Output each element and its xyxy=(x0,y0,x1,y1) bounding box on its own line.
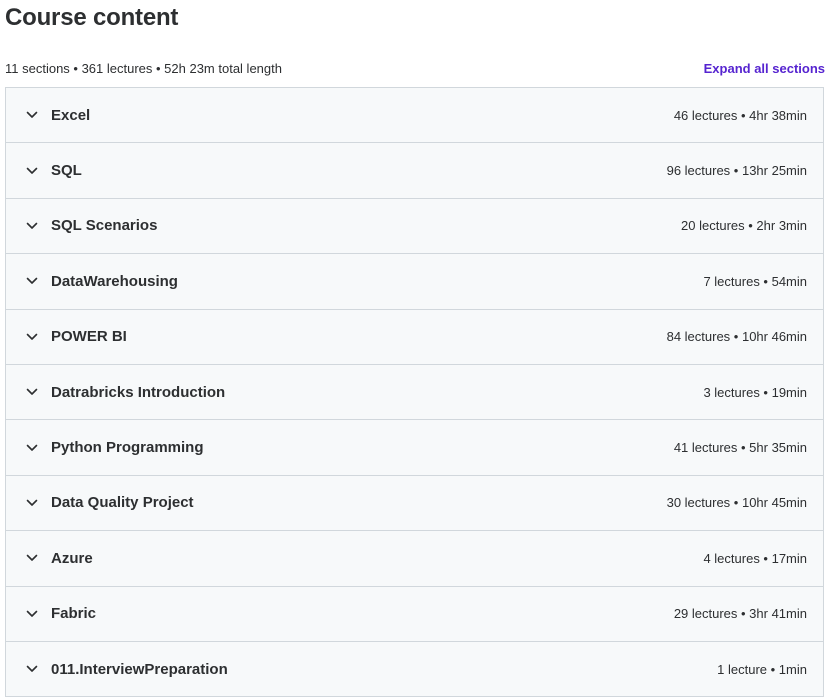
section-meta: 96 lectures • 13hr 25min xyxy=(666,163,807,179)
section-meta: 1 lecture • 1min xyxy=(717,661,807,677)
section-row[interactable]: SQL Scenarios 20 lectures • 2hr 3min xyxy=(6,198,823,255)
section-row[interactable]: Python Programming 41 lectures • 5hr 35mi… xyxy=(6,420,823,476)
chevron-down-icon xyxy=(25,219,39,233)
section-row[interactable]: POWER BI 84 lectures • 10hr 46min xyxy=(6,309,823,365)
section-meta: 84 lectures • 10hr 46min xyxy=(666,329,807,345)
section-meta: 29 lectures • 3hr 41min xyxy=(673,606,807,622)
course-summary: 11 sections • 361 lectures • 52h 23m tot… xyxy=(5,60,282,76)
chevron-down-icon xyxy=(25,274,39,288)
section-title: 011.InterviewPreparation xyxy=(51,660,228,678)
section-row[interactable]: Data Quality Project 30 lectures • 10hr 4… xyxy=(6,475,823,532)
chevron-down-icon xyxy=(25,108,39,122)
section-title: Python Programming xyxy=(51,439,204,457)
section-row[interactable]: Fabric 29 lectures • 3hr 41min xyxy=(6,586,823,642)
chevron-down-icon xyxy=(25,385,39,399)
page-title: Course content xyxy=(5,4,179,31)
section-title: SQL Scenarios xyxy=(51,217,158,235)
chevron-down-icon xyxy=(25,496,39,510)
section-title: Datrabricks Introduction xyxy=(51,383,226,401)
section-list: Excel 46 lectures • 4hr 38min SQL 96 lectur… xyxy=(5,87,824,697)
summary-row: 11 sections • 361 lectures • 52h 23m tot… xyxy=(5,58,825,78)
section-title: Data Quality Project xyxy=(51,494,194,512)
section-meta: 3 lectures • 19min xyxy=(703,384,807,400)
section-row[interactable]: 011.InterviewPreparation 1 lecture • 1min xyxy=(6,641,823,697)
section-meta: 30 lectures • 10hr 45min xyxy=(666,495,807,511)
chevron-down-icon xyxy=(25,441,39,455)
section-meta: 20 lectures • 2hr 3min xyxy=(681,218,807,234)
section-title: SQL xyxy=(51,162,82,180)
section-row[interactable]: Excel 46 lectures • 4hr 38min xyxy=(6,88,823,144)
section-meta: 4 lectures • 17min xyxy=(703,550,807,566)
section-row[interactable]: DataWarehousing 7 lectures • 54min xyxy=(6,254,823,310)
section-title: DataWarehousing xyxy=(51,272,178,290)
section-meta: 41 lectures • 5hr 35min xyxy=(673,440,807,456)
chevron-down-icon xyxy=(25,662,39,676)
course-content-panel: Course content 11 sections • 361 lecture… xyxy=(0,0,825,697)
chevron-down-icon xyxy=(25,330,39,344)
section-meta: 7 lectures • 54min xyxy=(703,273,807,289)
section-row[interactable]: Azure 4 lectures • 17min xyxy=(6,531,823,587)
chevron-down-icon xyxy=(25,551,39,565)
section-title: POWER BI xyxy=(51,328,127,346)
section-row[interactable]: SQL 96 lectures • 13hr 25min xyxy=(6,143,823,199)
section-title: Fabric xyxy=(51,605,97,623)
section-title: Azure xyxy=(51,549,93,567)
expand-all-sections-button[interactable]: Expand all sections xyxy=(704,61,825,76)
section-title: Excel xyxy=(51,106,91,124)
section-meta: 46 lectures • 4hr 38min xyxy=(673,107,807,123)
chevron-down-icon xyxy=(25,164,39,178)
section-row[interactable]: Datrabricks Introduction 3 lectures • 19m… xyxy=(6,364,823,421)
chevron-down-icon xyxy=(25,607,39,621)
